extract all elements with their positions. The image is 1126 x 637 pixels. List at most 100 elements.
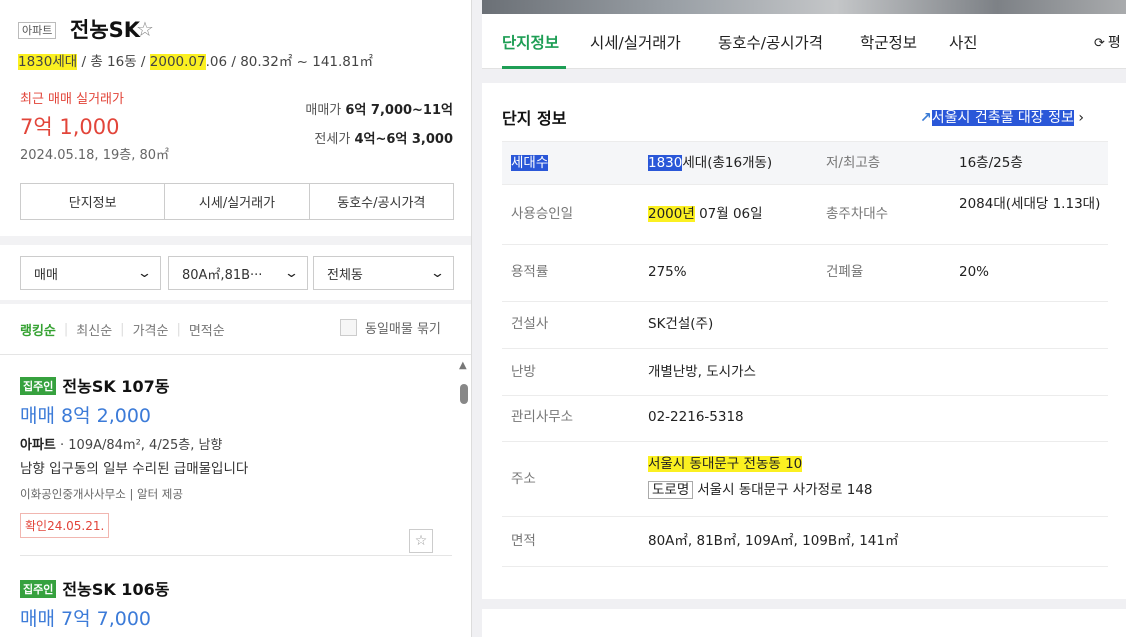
table-row: 건설사 SK건설(주) [502, 302, 1108, 349]
summary-text: / 총 16동 / [77, 54, 150, 70]
sort-area[interactable]: 면적순 [189, 320, 225, 339]
card-title: 단지 정보 [502, 109, 567, 128]
chevron-down-icon: ⌄ [283, 265, 300, 281]
heating-label: 난방 [511, 364, 536, 380]
office-phone[interactable]: 02-2216-5318 [648, 408, 744, 427]
sort-price[interactable]: 가격순 [133, 320, 169, 339]
table-row: 세대수 1830세대(총16개동) 저/최고층 16층/25층 [502, 141, 1108, 185]
detail-nav: 단지정보 시세/실거래가 동호수/공시가격 학군정보 사진 ⟳ 평 [482, 14, 1126, 69]
property-type-badge: 아파트 [18, 22, 57, 39]
building-registry-link[interactable]: ↗서울시 건축물 대장 정보 › [920, 107, 1084, 127]
chevron-down-icon: ⌄ [429, 265, 446, 281]
complex-name: 전농SK [70, 18, 141, 42]
approval-value: 2000년 07월 06일 [648, 206, 763, 222]
sort-ranking[interactable]: 랭킹순 [20, 320, 56, 339]
jeonse-price-range: 전세가 4억~6억 3,000 [314, 128, 453, 147]
household-value: 1830세대(총16개동) [648, 155, 773, 171]
floors-value: 16층/25층 [959, 155, 1023, 171]
recent-trade-price: 7억 1,000 [20, 115, 120, 139]
area-value: 80A㎡,81B··· [182, 267, 263, 283]
table-row: 주소 서울시 동대문구 전농동 10 도로명 서울시 동대문구 사가정로 148 [502, 442, 1108, 517]
floors-label: 저/최고층 [826, 155, 881, 171]
approval-summary: 2000.07 [149, 54, 206, 70]
tab-price[interactable]: 시세/실거래가 [165, 184, 310, 219]
builder-value: SK건설(주) [648, 316, 714, 332]
tab-unit-price[interactable]: 동호수/공시가격 [718, 31, 823, 53]
tab-price[interactable]: 시세/실거래가 [590, 31, 681, 53]
tab-photos[interactable]: 사진 [949, 31, 978, 53]
listing-title: 전농SK 107동 [62, 377, 170, 396]
tab-unit-price[interactable]: 동호수/공시가격 [310, 184, 453, 219]
road-name-badge: 도로명 [648, 481, 694, 499]
parking-label: 총주차대수 [826, 206, 889, 222]
listing-item[interactable]: 집주인 전농SK 107동 매매 8억 2,000 아파트 · 109A/84m²… [20, 373, 450, 553]
favorite-star-icon[interactable]: ☆ [409, 529, 433, 553]
listing-scrollbar[interactable]: ▲ [458, 360, 470, 637]
builder-label: 건설사 [511, 316, 549, 332]
office-label: 관리사무소 [511, 409, 574, 425]
approval-label: 사용승인일 [511, 206, 574, 222]
lot-address: 서울시 동대문구 전농동 10 [648, 456, 803, 472]
table-row: 난방 개별난방, 도시가스 [502, 349, 1108, 396]
seoul-logo-icon: ↗ [920, 110, 932, 126]
listing-title: 전농SK 106동 [62, 580, 170, 599]
table-row: 용적률 275% 건폐율 20% [502, 245, 1108, 302]
sort-latest[interactable]: 최신순 [76, 320, 112, 339]
trade-type-select[interactable]: 매매 ⌄ [20, 256, 161, 290]
complex-info-card: 단지 정보 ↗서울시 건축물 대장 정보 › 세대수 1830세대(총16개동)… [482, 83, 1126, 599]
recent-trade-label: 최근 매매 실거래가 [20, 92, 124, 107]
area-value: 80A㎡, 81B㎡, 109A㎡, 109B㎡, 141㎡ [648, 533, 899, 549]
complex-summary: 1830세대 / 총 16동 / 2000.07.06 / 80.32㎡ ~ 1… [18, 50, 373, 70]
tab-complex-info[interactable]: 단지정보 [502, 31, 559, 53]
complex-tabs: 단지정보 시세/실거래가 동호수/공시가격 [20, 183, 454, 220]
listing-item[interactable]: 집주인 전농SK 106동 매매 7억 7,000 [20, 576, 450, 631]
address-label: 주소 [511, 471, 536, 487]
bcr-value: 20% [959, 264, 990, 280]
listing-price: 매매 8억 2,000 [20, 405, 152, 427]
tab-complex-info[interactable]: 단지정보 [21, 184, 166, 219]
dong-value: 전체동 [327, 267, 363, 283]
favorite-star-icon[interactable]: ☆ [136, 17, 154, 41]
section-divider [0, 236, 471, 245]
sale-price-label: 매매가 [305, 103, 342, 118]
sort-options: 랭킹순 | 최신순 | 가격순 | 면적순 [20, 320, 225, 339]
table-row: 면적 80A㎡, 81B㎡, 109A㎡, 109B㎡, 141㎡ [502, 517, 1108, 567]
scroll-thumb[interactable] [460, 384, 468, 404]
listing-price: 매매 7억 7,000 [20, 608, 152, 630]
far-value: 275% [648, 264, 687, 280]
household-label: 세대수 [511, 155, 549, 171]
confirm-date-badge: 확인24.05.21. [20, 513, 110, 538]
chevron-right-icon: › [1073, 110, 1084, 126]
table-row: 사용승인일 2000년 07월 06일 총주차대수 2084대(세대당 1.13… [502, 185, 1108, 245]
area-unit-toggle[interactable]: ⟳ 평 [1094, 32, 1121, 52]
recent-trade-detail: 2024.05.18, 19층, 80㎡ [20, 148, 170, 163]
list-divider [20, 555, 452, 556]
tab-school[interactable]: 학군정보 [860, 31, 917, 53]
household-summary: 1830세대 [18, 54, 78, 70]
group-checkbox[interactable] [340, 319, 357, 336]
list-divider [0, 354, 471, 355]
listing-title-row: 집주인 전농SK 107동 [20, 373, 450, 397]
refresh-icon: ⟳ [1094, 36, 1105, 51]
owner-badge: 집주인 [20, 377, 57, 395]
listing-spec-detail: · 109A/84m², 4/25층, 남향 [55, 438, 223, 453]
sale-price-value: 6억 7,000~11억 [345, 103, 453, 118]
listing-panel: 아파트 전농SK ☆ 1830세대 / 총 16동 / 2000.07.06 /… [0, 0, 472, 637]
heating-value: 개별난방, 도시가스 [648, 364, 756, 380]
owner-badge: 집주인 [20, 580, 57, 598]
listing-agent: 이화공인중개사사무소 | 알터 제공 [20, 487, 183, 501]
scroll-up-icon[interactable]: ▲ [459, 360, 467, 371]
road-address: 도로명 서울시 동대문구 사가정로 148 [648, 481, 873, 500]
group-label: 동일매물 묶기 [365, 322, 441, 337]
section-divider [0, 300, 471, 304]
group-same-listings[interactable]: 동일매물 묶기 [340, 318, 441, 337]
listing-title-row: 집주인 전농SK 106동 [20, 576, 450, 600]
parking-value: 2084대(세대당 1.13대) [959, 196, 1101, 212]
listing-description: 남향 입구동의 일부 수리된 급매물입니다 [20, 461, 249, 477]
complex-photo [482, 0, 1126, 14]
registry-link-label: 서울시 건축물 대장 정보 [931, 110, 1074, 126]
area-select[interactable]: 80A㎡,81B··· ⌄ [168, 256, 308, 290]
dong-select[interactable]: 전체동 ⌄ [313, 256, 454, 290]
listing-spec: 아파트 · 109A/84m², 4/25층, 남향 [20, 434, 450, 453]
complex-detail-panel: 단지정보 시세/실거래가 동호수/공시가격 학군정보 사진 ⟳ 평 단지 정보 ↗… [472, 0, 1126, 637]
